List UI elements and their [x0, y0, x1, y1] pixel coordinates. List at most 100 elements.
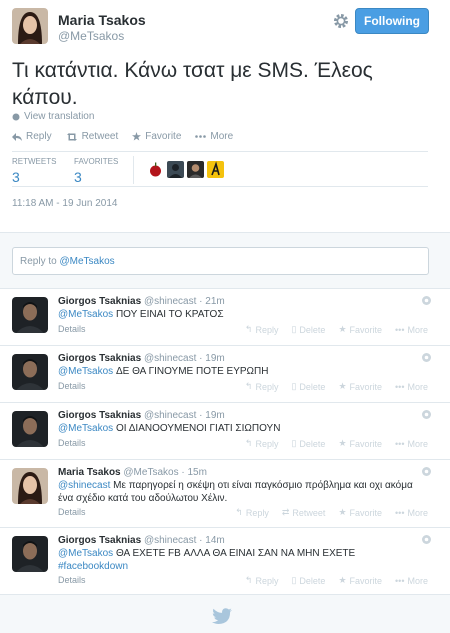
list-item[interactable]: Giorgos Tsaknias @shinecast · 14m @MeTsa…: [0, 527, 450, 595]
tweet-timestamp[interactable]: 11:18 AM - 19 Jun 2014: [12, 198, 117, 209]
details-link[interactable]: Details: [58, 507, 86, 517]
trash-icon: ▯: [291, 381, 297, 391]
reply-author-handle[interactable]: @MeTsakos: [123, 467, 178, 478]
view-translation-link[interactable]: View translation: [12, 111, 94, 122]
more-button[interactable]: ••• More: [395, 438, 428, 449]
author-avatar[interactable]: [12, 8, 48, 44]
reply-text: @MeTsakos ΘΑ ΕΧΕΤΕ FB ΑΛΛΑ ΘΑ ΕΙΝΑΙ ΣΑΝ …: [58, 547, 430, 573]
reply-mention[interactable]: @MeTsakos: [58, 366, 113, 377]
favoriter-avatar[interactable]: [187, 161, 204, 178]
retweet-icon: [66, 132, 77, 141]
reply-author-name[interactable]: Giorgos Tsaknias: [58, 296, 141, 307]
reply-author-handle[interactable]: @shinecast: [144, 410, 196, 421]
more-label: More: [407, 324, 428, 335]
details-link[interactable]: Details: [58, 324, 86, 334]
reply-header: Maria Tsakos @MeTsakos · 15m: [58, 467, 207, 478]
favorite-button[interactable]: ★ Favorite: [338, 324, 382, 335]
list-item[interactable]: Giorgos Tsaknias @shinecast · 19m @MeTsa…: [0, 345, 450, 402]
retweets-stat[interactable]: RETWEETS 3: [12, 157, 56, 185]
gear-icon[interactable]: [421, 295, 432, 306]
reply-actions: ↰ Reply ▯ Delete ★ Favorite ••• More: [245, 381, 428, 392]
reply-mention[interactable]: @MeTsakos: [58, 548, 113, 559]
more-button[interactable]: ••• More: [395, 575, 428, 586]
reply-author-handle[interactable]: @shinecast: [144, 535, 196, 546]
gear-icon[interactable]: [421, 466, 432, 477]
reply-author-name[interactable]: Giorgos Tsaknias: [58, 353, 141, 364]
delete-button[interactable]: ▯ Delete: [291, 324, 325, 335]
gear-icon[interactable]: [421, 409, 432, 420]
more-label: More: [407, 507, 428, 518]
list-item[interactable]: Giorgos Tsaknias @shinecast · 19m @MeTsa…: [0, 402, 450, 459]
reply-icon: ↰: [244, 381, 253, 391]
reply-button[interactable]: ↰ Reply: [245, 575, 279, 586]
more-dots-icon: •••: [395, 438, 405, 449]
favoriter-avatar[interactable]: [167, 161, 184, 178]
reply-section: Reply to @MeTsakos: [0, 232, 450, 288]
delete-button[interactable]: ▯ Delete: [291, 381, 325, 392]
reply-mention[interactable]: @MeTsakos: [58, 423, 113, 434]
reply-author-handle[interactable]: @shinecast: [144, 296, 196, 307]
avatar[interactable]: [12, 411, 48, 447]
more-button[interactable]: ••• More: [395, 381, 428, 392]
avatar[interactable]: [12, 297, 48, 333]
reply-text: @MeTsakos ΔΕ ΘΑ ΓΙΝΟΥΜΕ ΠΟΤΕ ΕΥΡΩΠΗ: [58, 365, 430, 378]
details-link[interactable]: Details: [58, 381, 86, 391]
delete-label: Delete: [299, 381, 326, 392]
list-item[interactable]: Maria Tsakos @MeTsakos · 15m @shinecast …: [0, 459, 450, 527]
favoriter-avatar[interactable]: [147, 161, 164, 178]
avatar[interactable]: [12, 354, 48, 390]
main-tweet: Maria Tsakos @MeTsakos Following Τι κατά…: [0, 0, 450, 232]
hashtag-link[interactable]: #facebookdown: [58, 561, 128, 572]
avatar[interactable]: [12, 468, 48, 504]
reply-button[interactable]: Reply: [12, 131, 52, 142]
author-name[interactable]: Maria Tsakos: [58, 12, 146, 28]
author-handle[interactable]: @MeTsakos: [58, 29, 124, 43]
reply-mention[interactable]: @shinecast: [58, 480, 110, 491]
reply-time[interactable]: · 21m: [199, 296, 225, 307]
delete-button[interactable]: ▯ Delete: [291, 575, 325, 586]
reply-author-name[interactable]: Giorgos Tsaknias: [58, 535, 141, 546]
reply-button[interactable]: ↰ Reply: [235, 507, 269, 518]
tweet-stats: RETWEETS 3 FAVORITES 3: [12, 151, 428, 187]
favorite-button[interactable]: ★ Favorite: [338, 575, 382, 586]
retweet-button[interactable]: ⇄ Retweet: [282, 507, 326, 518]
gear-icon[interactable]: [421, 534, 432, 545]
list-item[interactable]: Giorgos Tsaknias @shinecast · 21m @MeTsa…: [0, 288, 450, 345]
reply-time[interactable]: · 15m: [181, 467, 207, 478]
reply-author-name[interactable]: Giorgos Tsaknias: [58, 410, 141, 421]
favoriter-avatar[interactable]: [207, 161, 224, 178]
favorite-button[interactable]: ★ Favorite: [338, 507, 382, 518]
favorite-button[interactable]: Favorite: [132, 131, 181, 142]
retweet-button[interactable]: Retweet: [66, 131, 118, 142]
avatar[interactable]: [12, 536, 48, 572]
reply-time[interactable]: · 19m: [199, 353, 225, 364]
details-link[interactable]: Details: [58, 438, 86, 448]
reply-time[interactable]: · 14m: [199, 535, 225, 546]
more-button[interactable]: More: [195, 131, 233, 142]
retweet-label: Retweet: [292, 507, 326, 518]
more-button[interactable]: ••• More: [395, 507, 428, 518]
details-link[interactable]: Details: [58, 575, 86, 585]
reply-body: ΘΑ ΕΧΕΤΕ FB ΑΛΛΑ ΘΑ ΕΙΝΑΙ ΣΑΝ ΝΑ ΜΗΝ ΕΧΕ…: [113, 548, 356, 559]
more-label: More: [407, 438, 428, 449]
reply-input[interactable]: Reply to @MeTsakos: [12, 247, 429, 275]
more-dots-icon: •••: [395, 507, 405, 518]
reply-button[interactable]: ↰ Reply: [245, 381, 279, 392]
reply-author-name[interactable]: Maria Tsakos: [58, 467, 121, 478]
reply-button[interactable]: ↰ Reply: [245, 324, 279, 335]
reply-button[interactable]: ↰ Reply: [245, 438, 279, 449]
reply-author-handle[interactable]: @shinecast: [144, 353, 196, 364]
more-button[interactable]: ••• More: [395, 324, 428, 335]
favorites-stat[interactable]: FAVORITES 3: [74, 157, 118, 185]
reply-time[interactable]: · 19m: [199, 410, 225, 421]
following-button[interactable]: Following: [355, 8, 429, 34]
reply-header: Giorgos Tsaknias @shinecast · 14m: [58, 535, 225, 546]
favorite-button[interactable]: ★ Favorite: [338, 381, 382, 392]
gear-icon[interactable]: [421, 352, 432, 363]
reply-mention[interactable]: @MeTsakos: [58, 309, 113, 320]
reply-label: Reply: [255, 575, 279, 586]
favorite-button[interactable]: ★ Favorite: [338, 438, 382, 449]
gear-icon[interactable]: [332, 12, 350, 30]
reply-body: ΠΟΥ ΕΙΝΑΙ ΤΟ ΚΡΑΤΟΣ: [113, 309, 224, 320]
delete-button[interactable]: ▯ Delete: [291, 438, 325, 449]
